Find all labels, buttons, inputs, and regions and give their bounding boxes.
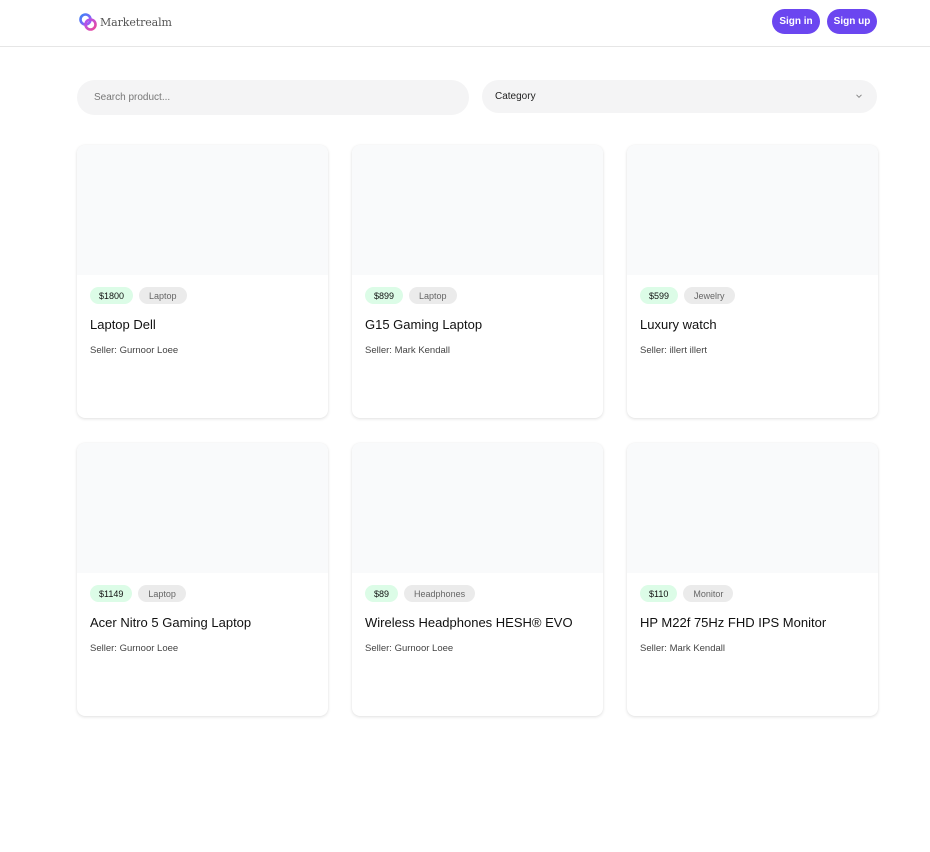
- product-seller: Seller: Gurnoor Loee: [90, 643, 179, 654]
- category-badge: Monitor: [683, 585, 734, 602]
- product-title: Luxury watch: [640, 317, 717, 332]
- product-card[interactable]: $599 Jewelry Luxury watch Seller: illert…: [627, 145, 878, 418]
- product-image-placeholder: [352, 145, 603, 275]
- category-badge: Jewelry: [684, 287, 735, 304]
- product-card[interactable]: $110 Monitor HP M22f 75Hz FHD IPS Monito…: [627, 443, 878, 716]
- product-card[interactable]: $899 Laptop G15 Gaming Laptop Seller: Ma…: [352, 145, 603, 418]
- top-navbar: Marketrealm Sign in Sign up: [0, 0, 930, 47]
- product-seller: Seller: Gurnoor Loee: [90, 345, 179, 356]
- price-badge: $1800: [90, 287, 134, 304]
- product-image-placeholder: [77, 443, 328, 573]
- category-badge: Headphones: [404, 585, 476, 602]
- product-image-placeholder: [77, 145, 328, 275]
- product-title: Acer Nitro 5 Gaming Laptop: [90, 615, 252, 630]
- product-title: G15 Gaming Laptop: [365, 317, 483, 332]
- chevron-down-icon: [855, 92, 863, 100]
- price-badge: $89: [365, 585, 399, 602]
- product-seller: Seller: illert illert: [640, 345, 708, 356]
- category-badge: Laptop: [139, 287, 187, 304]
- price-badge: $899: [365, 287, 404, 304]
- product-image-placeholder: [627, 443, 878, 573]
- category-select-label: Category: [495, 91, 536, 102]
- product-seller: Seller: Mark Kendall: [365, 345, 451, 356]
- price-badge: $110: [640, 585, 678, 602]
- product-image-placeholder: [352, 443, 603, 573]
- product-seller: Seller: Gurnoor Loee: [365, 643, 454, 654]
- marketrealm-logo-icon: [78, 12, 98, 32]
- product-card[interactable]: $1149 Laptop Acer Nitro 5 Gaming Laptop …: [77, 443, 328, 716]
- product-title: HP M22f 75Hz FHD IPS Monitor: [640, 615, 827, 630]
- product-card[interactable]: $89 Headphones Wireless Headphones HESH®…: [352, 443, 603, 716]
- search-input[interactable]: [77, 80, 469, 115]
- sign-in-button[interactable]: Sign in: [772, 9, 820, 34]
- brand-logo-link[interactable]: Marketrealm: [78, 11, 172, 33]
- product-seller: Seller: Mark Kendall: [640, 643, 726, 654]
- brand-name: Marketrealm: [100, 15, 172, 29]
- sign-up-button[interactable]: Sign up: [827, 9, 877, 34]
- product-title: Wireless Headphones HESH® EVO: [365, 615, 573, 630]
- product-image-placeholder: [627, 145, 878, 275]
- category-select[interactable]: Category: [482, 80, 877, 113]
- product-card[interactable]: $1800 Laptop Laptop Dell Seller: Gurnoor…: [77, 145, 328, 418]
- category-badge: Laptop: [138, 585, 186, 602]
- price-badge: $1149: [90, 585, 133, 602]
- category-badge: Laptop: [409, 287, 457, 304]
- product-title: Laptop Dell: [90, 317, 156, 332]
- price-badge: $599: [640, 287, 679, 304]
